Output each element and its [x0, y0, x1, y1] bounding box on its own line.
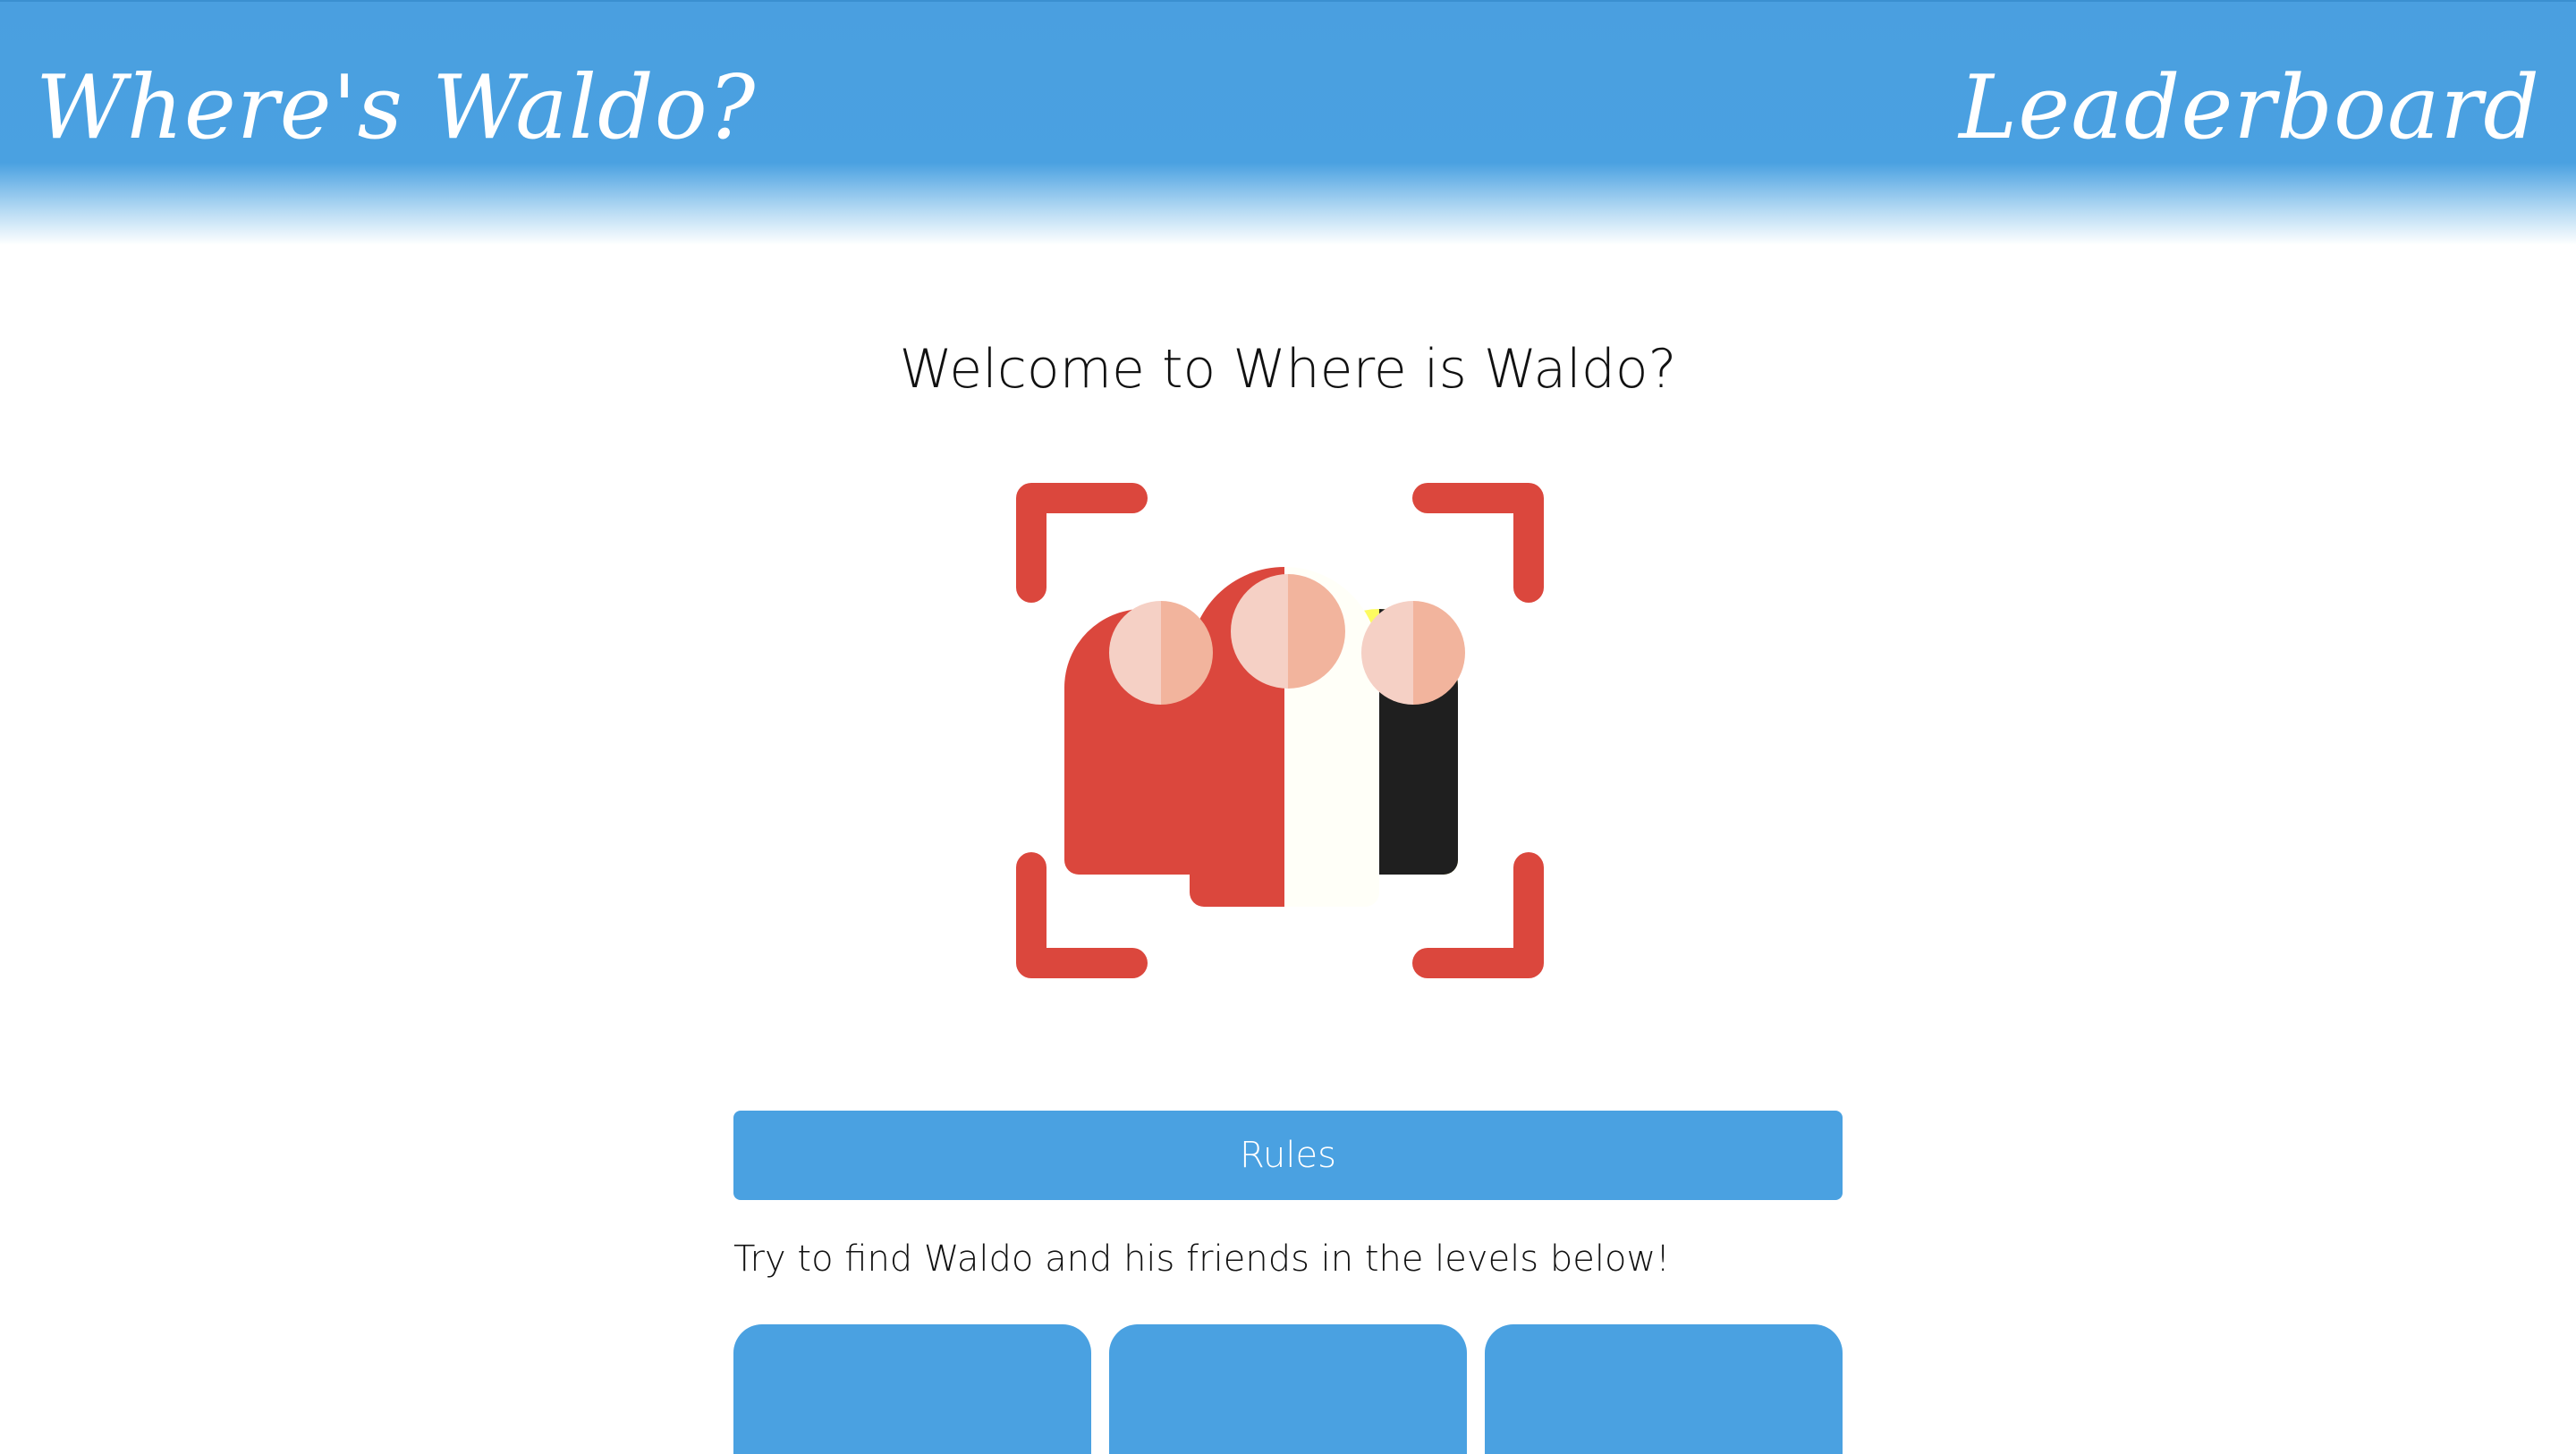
- top-header: Where's Waldo? Leaderboard: [0, 0, 2576, 250]
- frame-corner-top-left: [1016, 483, 1148, 603]
- level-list: [733, 1324, 1843, 1454]
- page-title: Welcome to Where is Waldo?: [899, 338, 1677, 401]
- people-in-focus-frame-icon: [1016, 483, 1544, 978]
- rules-button[interactable]: Rules: [733, 1111, 1843, 1200]
- frame-corner-top-right: [1412, 483, 1544, 603]
- site-title[interactable]: Where's Waldo?: [36, 64, 756, 152]
- leaderboard-link[interactable]: Leaderboard: [1959, 64, 2540, 152]
- level-card-1[interactable]: [733, 1324, 1091, 1454]
- level-card-2[interactable]: [1109, 1324, 1467, 1454]
- person-heads: [1109, 574, 1465, 705]
- level-card-3[interactable]: [1485, 1324, 1843, 1454]
- frame-corner-bottom-left: [1016, 852, 1148, 978]
- levels-instructions: Try to find Waldo and his friends in the…: [733, 1238, 1671, 1280]
- frame-corner-bottom-right: [1412, 852, 1544, 978]
